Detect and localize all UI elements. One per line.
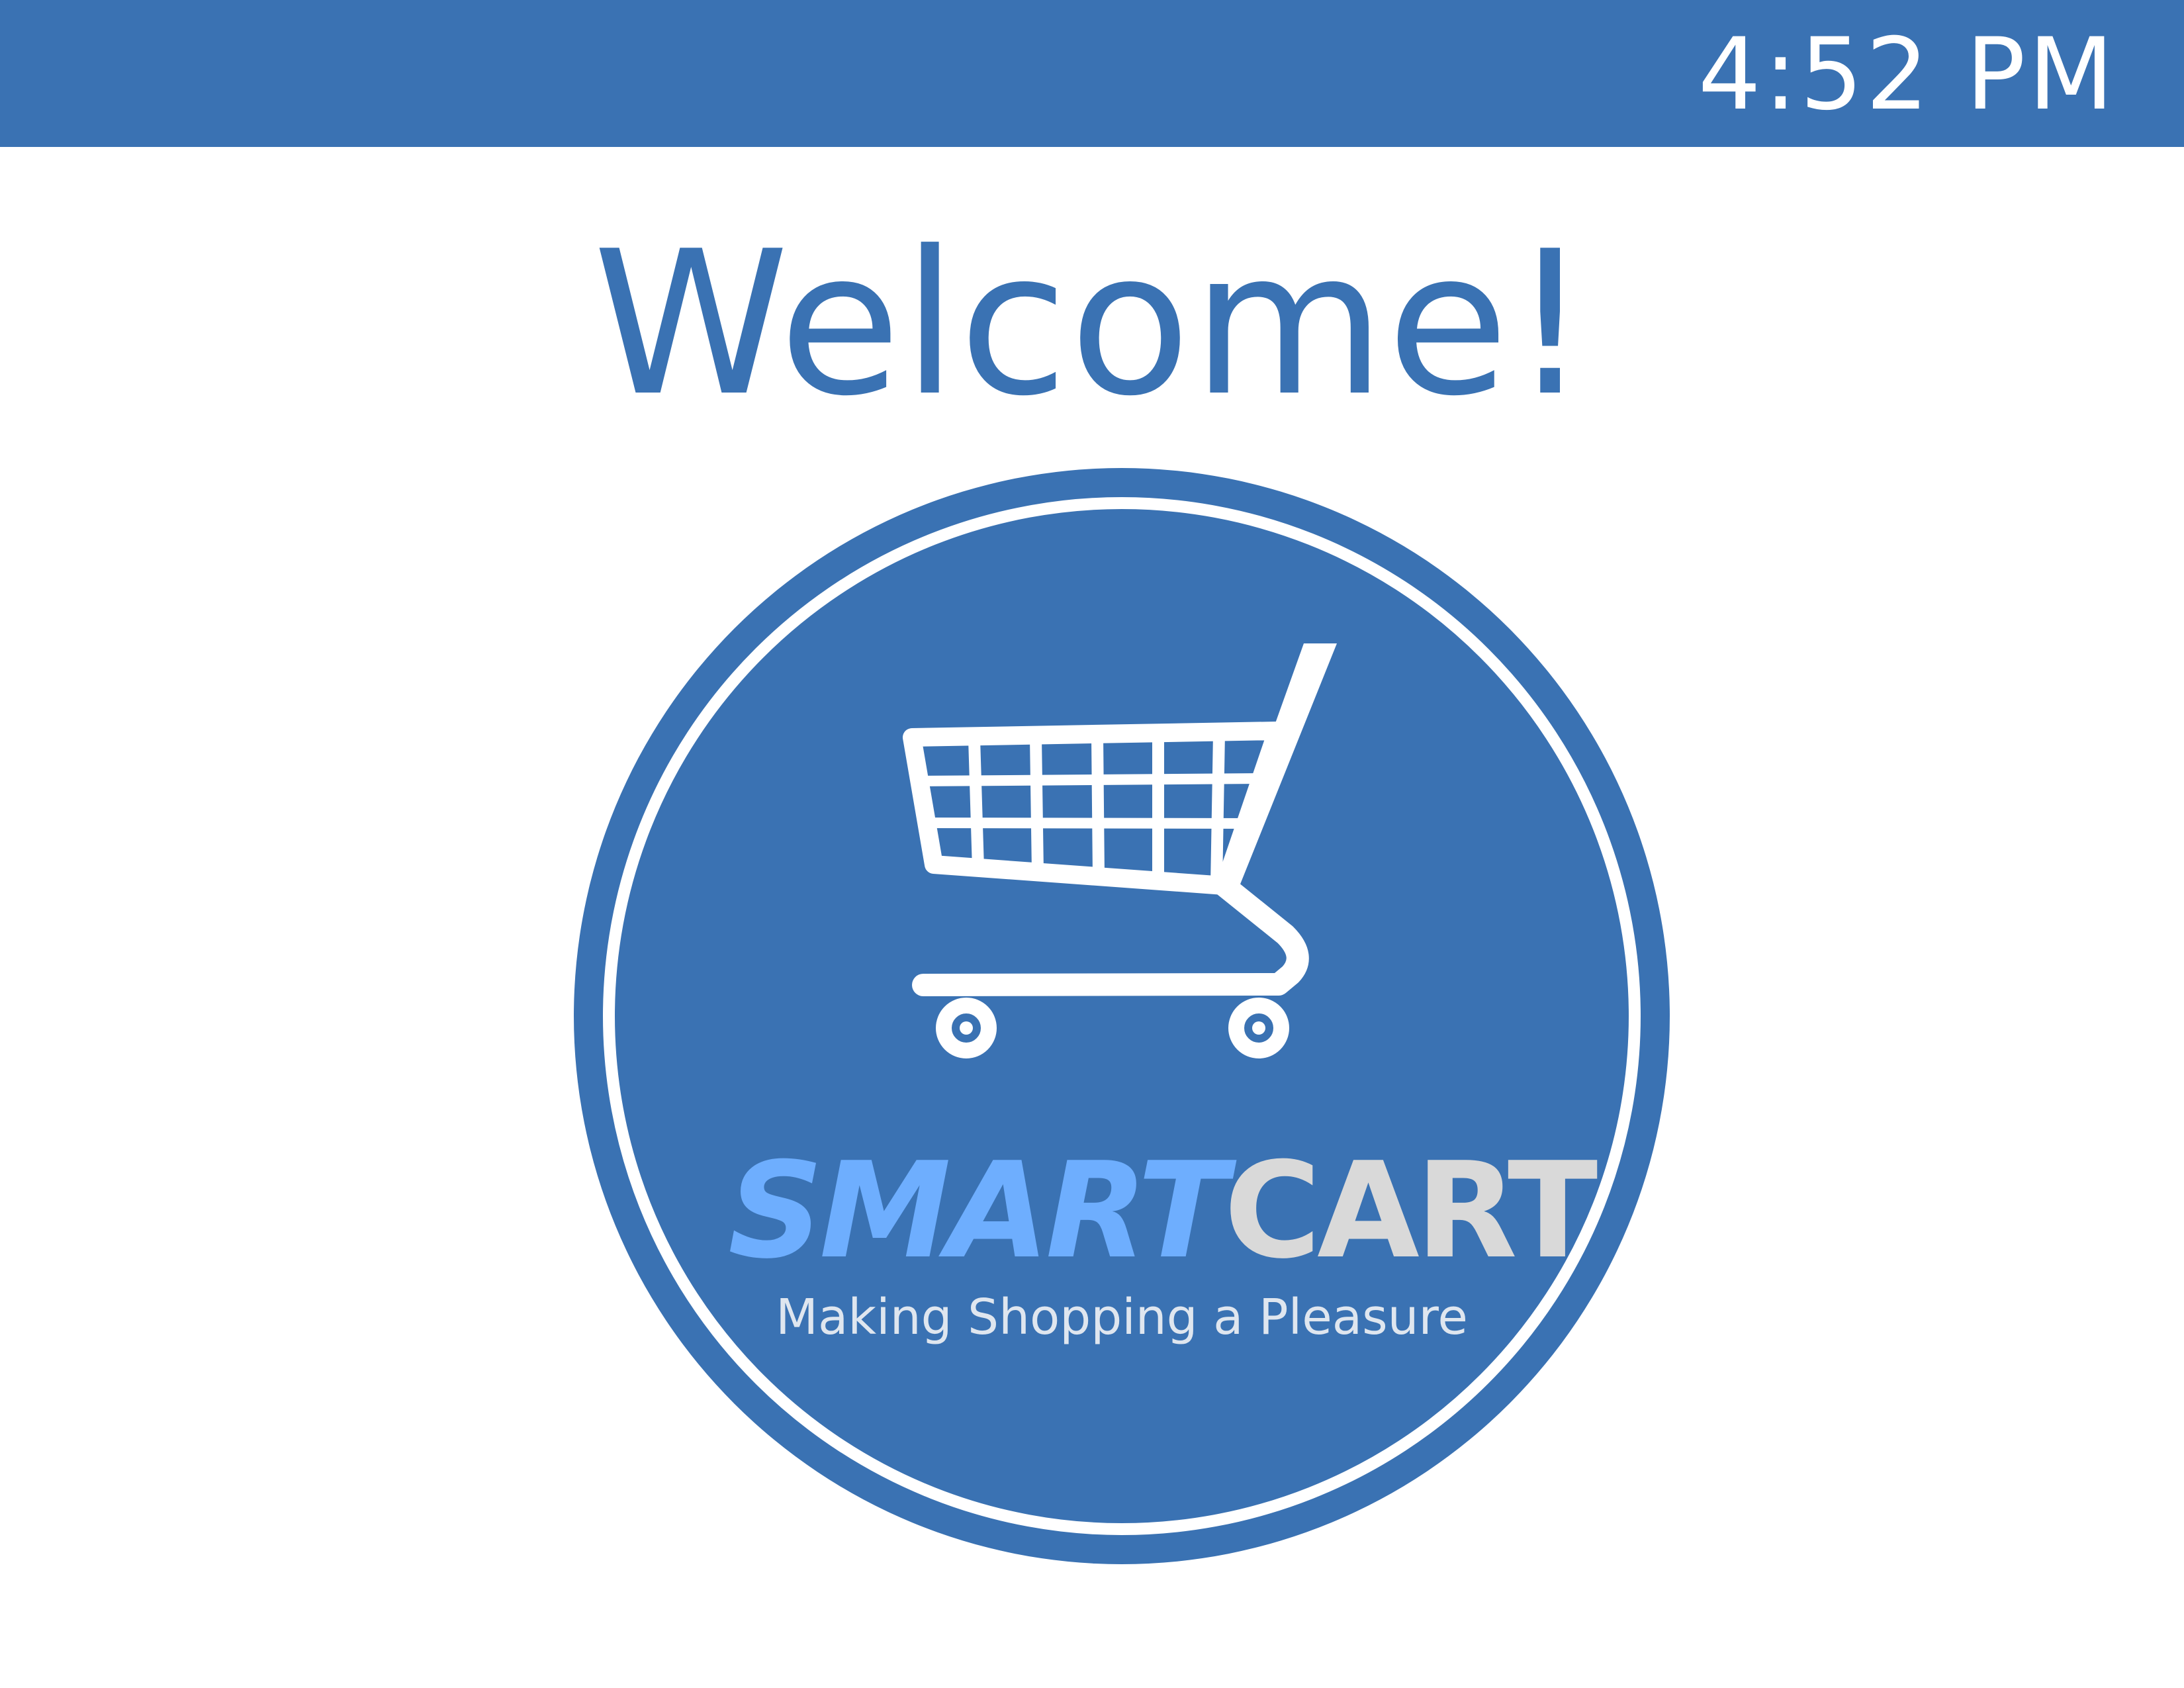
status-bar: 4:52 PM xyxy=(0,0,2184,147)
smartcart-logo[interactable]: SMARTCART Making Shopping a Pleasure xyxy=(569,463,1674,1569)
brand-tagline: Making Shopping a Pleasure xyxy=(776,1289,1468,1346)
brand-smart: SMART xyxy=(728,1134,1228,1288)
smartcart-welcome-screen: 4:52 PM Welcome! SMARTCART Making Shoppi… xyxy=(0,0,2184,1688)
logo-outer-circle xyxy=(574,468,1670,1564)
welcome-title: Welcome! xyxy=(592,209,1592,440)
clock-time: 4:52 PM xyxy=(1698,17,2116,132)
logo-badge xyxy=(574,468,1670,1564)
brand-cart: CART xyxy=(1224,1134,1598,1288)
brand-wordmark: SMARTCART xyxy=(728,1145,1598,1278)
